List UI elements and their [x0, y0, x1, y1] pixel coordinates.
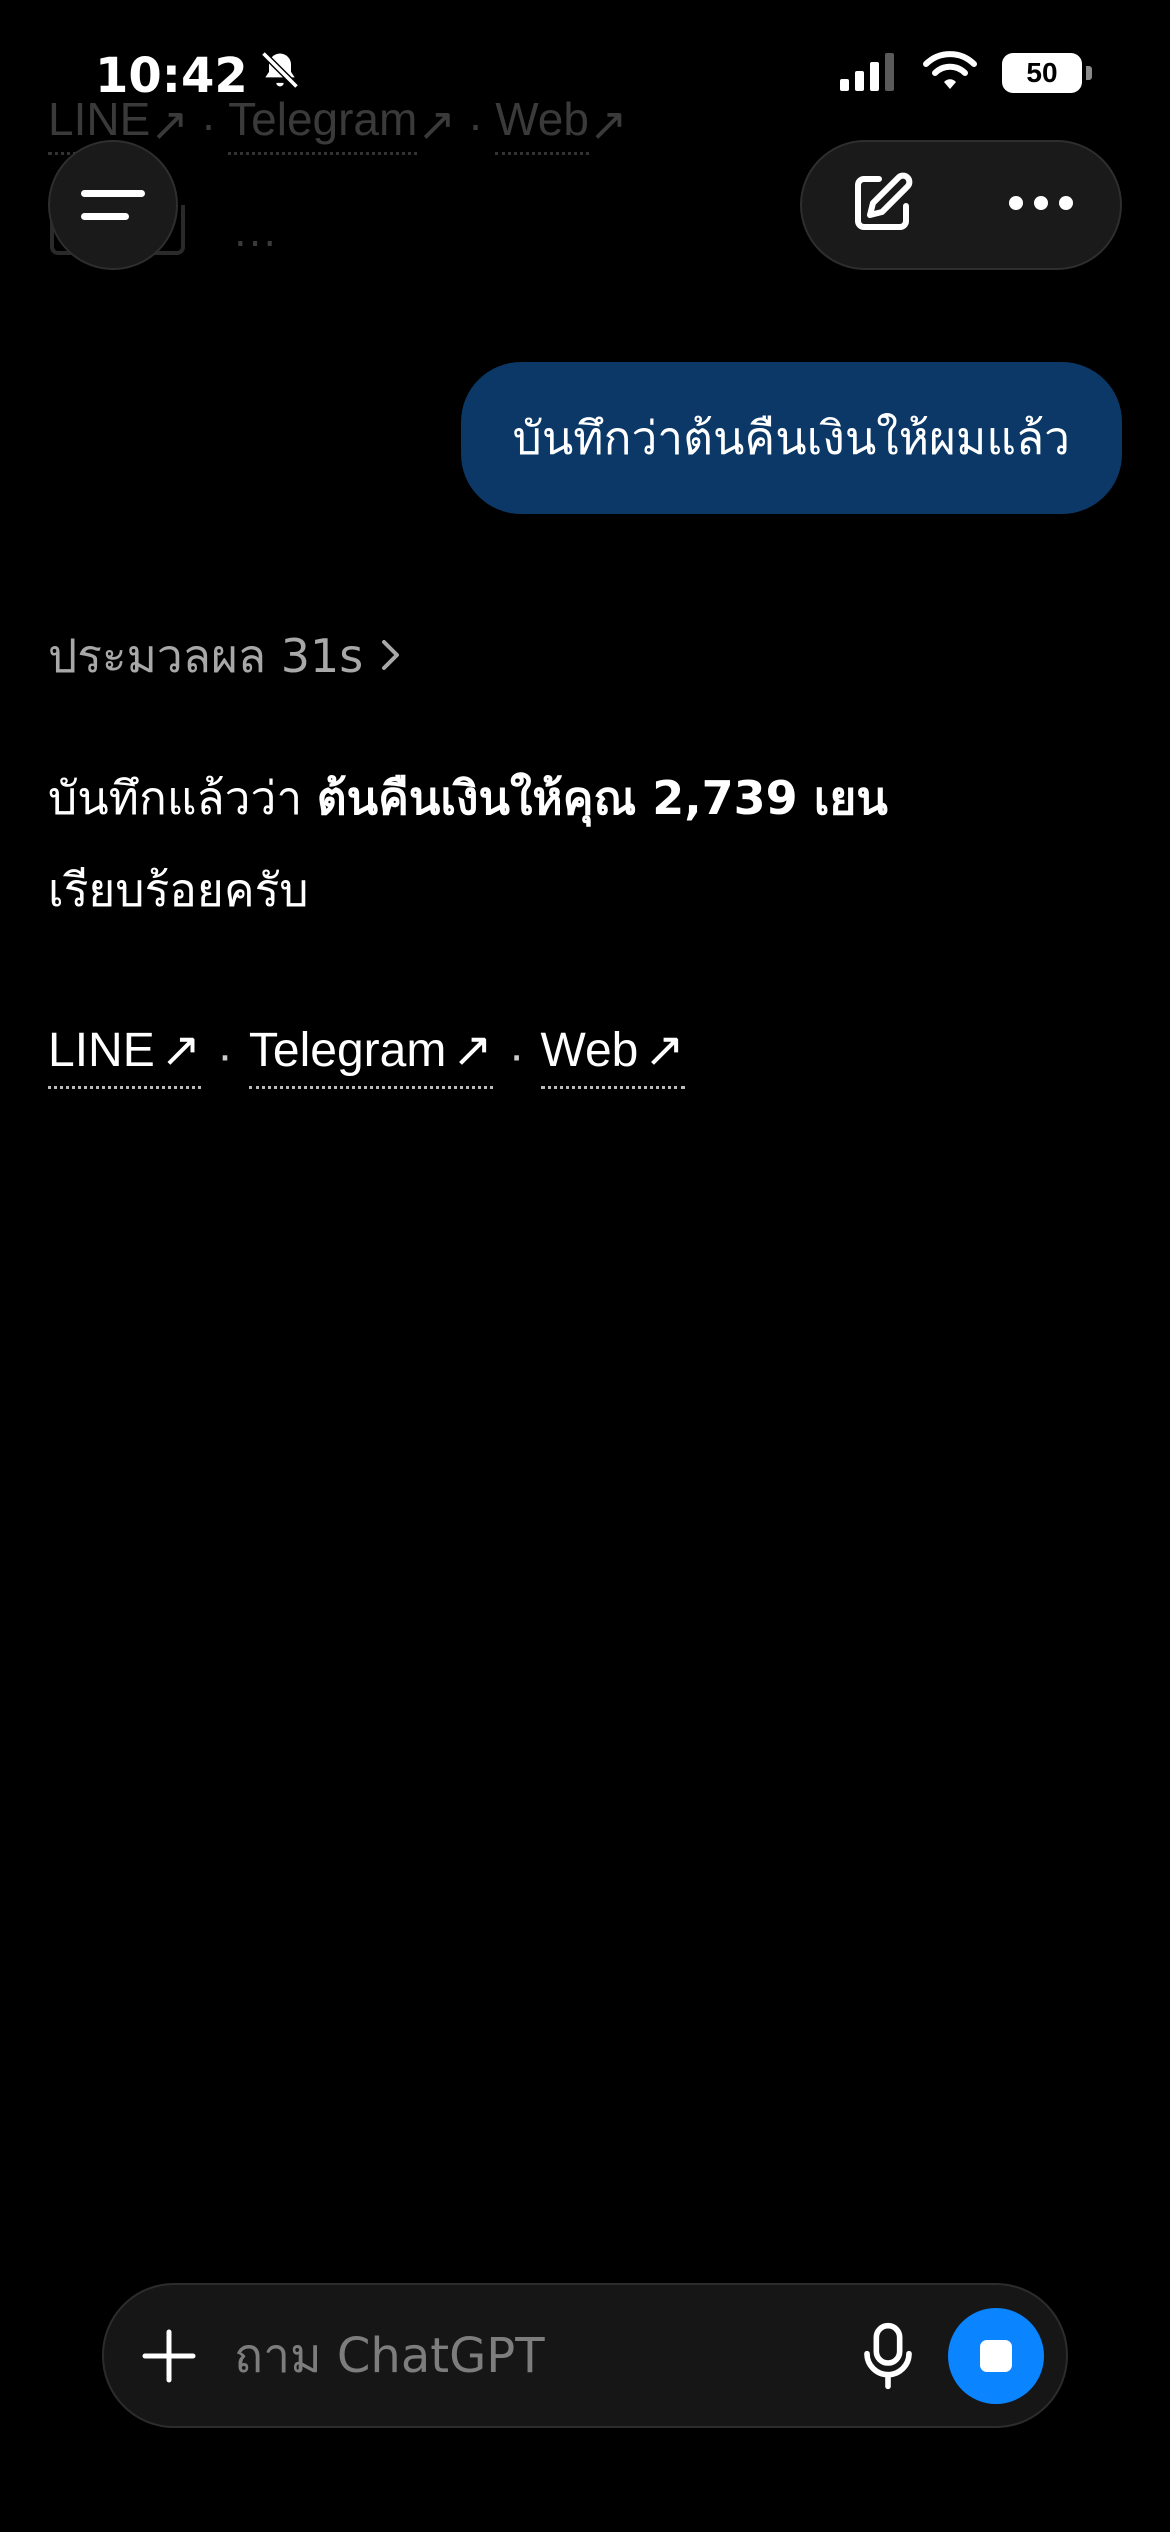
header-actions [800, 140, 1122, 270]
assistant-message: บันทึกแล้วว่า ต้นคืนเงินให้คุณ 2,739 เยน… [48, 752, 1118, 936]
stop-button[interactable] [948, 2307, 1044, 2404]
new-chat-icon [855, 172, 913, 230]
thinking-label: ประมวลผล 31s [48, 629, 364, 683]
arrow-up-right-icon: ↗ [160, 1024, 201, 1077]
battery-level: 50 [1026, 57, 1058, 88]
wifi-icon [922, 50, 978, 96]
link-telegram-label: Telegram [248, 1023, 447, 1077]
composer-bar [102, 2283, 1068, 2428]
attach-button[interactable] [104, 2326, 234, 2386]
mic-button[interactable] [848, 2321, 928, 2391]
more-button[interactable] [1006, 193, 1076, 217]
status-right: 50 [838, 50, 1092, 96]
status-time: 10:42 [95, 48, 302, 104]
chat-screen: LINE ↗ · Telegram ↗ · Web ↗ ... 10:42 50… [0, 0, 1170, 2532]
thinking-toggle[interactable]: ประมวลผล 31s [48, 620, 403, 693]
assistant-line-1: บันทึกแล้วว่า ต้นคืนเงินให้คุณ 2,739 เยน [48, 752, 1118, 844]
link-line-label: LINE [48, 1023, 155, 1077]
ghost-separator: · [467, 97, 484, 150]
more-icon [1009, 196, 1073, 210]
stop-icon [980, 2339, 1012, 2372]
menu-icon-bar [81, 213, 129, 220]
link-telegram[interactable]: Telegram ↗ [248, 1022, 493, 1089]
assistant-prefix: บันทึกแล้วว่า [48, 771, 317, 825]
ghost-dots: ... [234, 210, 279, 256]
menu-button[interactable] [48, 140, 178, 270]
assistant-bold: ต้นคืนเงินให้คุณ 2,739 เยน [316, 771, 888, 825]
battery-cap [1086, 66, 1092, 80]
plus-icon [142, 2329, 196, 2382]
arrow-up-right-icon: ↗ [452, 1024, 493, 1077]
chevron-right-icon [379, 630, 403, 684]
link-web-label: Web [540, 1023, 639, 1077]
time-label: 10:42 [95, 48, 248, 104]
link-separator: · [508, 1029, 525, 1082]
assistant-line-2: เรียบร้อยครับ [48, 863, 309, 917]
prompt-input[interactable] [234, 2327, 848, 2384]
arrow-up-right-icon: ↗ [644, 1024, 685, 1077]
user-message-text: บันทึกว่าต้นคืนเงินให้ผมแล้ว [512, 410, 1070, 465]
mic-icon [864, 2322, 912, 2389]
source-links: LINE ↗ · Telegram ↗ · Web ↗ [48, 1022, 685, 1089]
link-separator: · [216, 1029, 233, 1082]
ghost-arrow-icon: ↗ [588, 97, 628, 150]
ghost-separator: · [200, 97, 217, 150]
link-web[interactable]: Web ↗ [540, 1022, 685, 1089]
ghost-arrow-icon: ↗ [150, 97, 189, 150]
signal-icon [838, 51, 898, 95]
link-line[interactable]: LINE ↗ [48, 1022, 201, 1089]
menu-icon [81, 190, 145, 197]
ghost-arrow-icon: ↗ [417, 97, 456, 150]
battery-icon: 50 [1002, 53, 1082, 93]
new-chat-button[interactable] [846, 167, 918, 243]
ghost-link-web: Web [495, 92, 589, 155]
bell-slash-icon [258, 48, 302, 104]
user-message-bubble[interactable]: บันทึกว่าต้นคืนเงินให้ผมแล้ว [460, 362, 1122, 514]
